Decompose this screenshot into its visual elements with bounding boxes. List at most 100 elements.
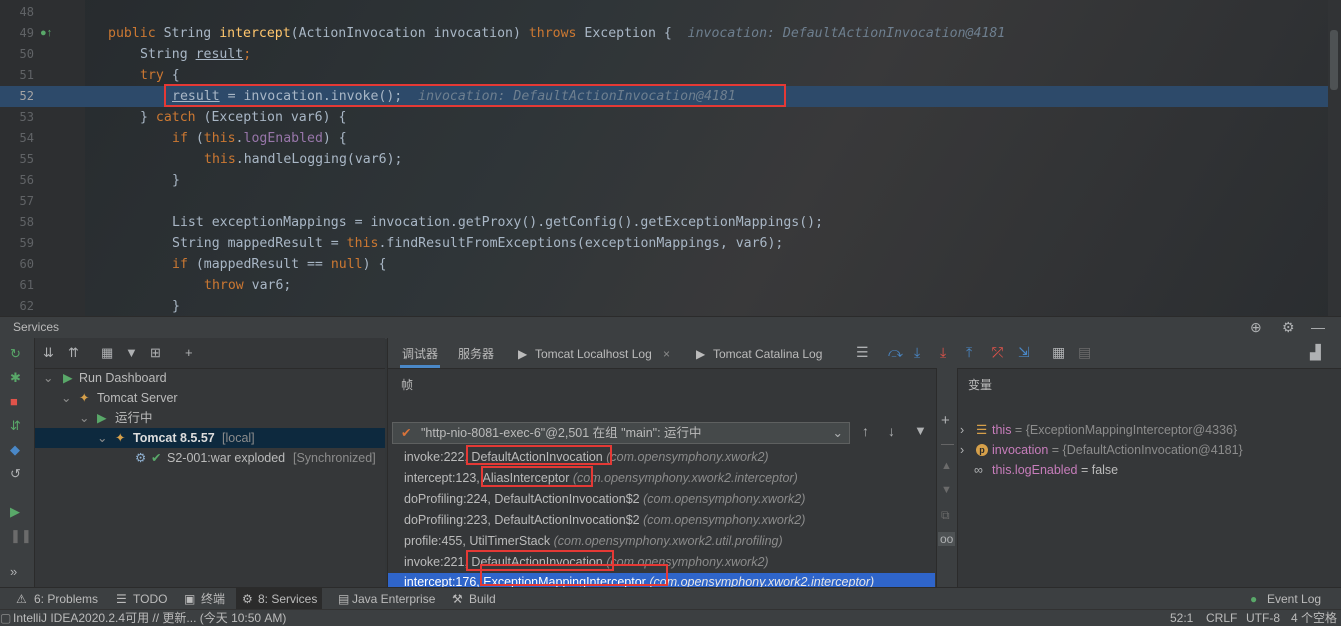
check-icon: ✔ bbox=[151, 451, 162, 465]
status-toggle-icon[interactable]: ▢ bbox=[0, 610, 11, 626]
arrow-up-icon[interactable]: ↑ bbox=[862, 423, 869, 439]
editor-scrollbar[interactable] bbox=[1328, 0, 1341, 316]
new-tab-icon[interactable]: ⊞ bbox=[150, 345, 161, 361]
variable-row[interactable]: ∞ this.logEnabled = false bbox=[956, 460, 1341, 480]
scrollbar-thumb[interactable] bbox=[1330, 30, 1338, 90]
code-line-54[interactable]: 54 if (this.logEnabled) { bbox=[0, 128, 1328, 149]
group-by-icon[interactable]: ▦ bbox=[101, 345, 113, 361]
tab-debugger[interactable]: 调试器 bbox=[400, 338, 441, 368]
filter-icon[interactable]: ▼ bbox=[125, 345, 138, 360]
tab-server[interactable]: 服务器 bbox=[458, 338, 494, 368]
thread-select[interactable]: ✔ "http-nio-8081-exec-6"@2,501 在组 "main"… bbox=[392, 422, 850, 444]
tool-todo[interactable]: TODO bbox=[133, 588, 167, 610]
tree-item-tomcat-instance[interactable]: ⌄ ✦ Tomcat 8.5.57 [local] bbox=[35, 428, 385, 448]
chevron-down-icon[interactable]: ⌄ bbox=[97, 428, 107, 448]
close-icon[interactable]: × bbox=[663, 338, 670, 368]
cursor-position[interactable]: 52:1 bbox=[1170, 610, 1193, 626]
frame-row[interactable]: doProfiling:224, DefaultActionInvocation… bbox=[388, 489, 935, 510]
layout-icon[interactable]: ▟ bbox=[1310, 344, 1321, 361]
code-line-61[interactable]: 61 throw var6; bbox=[0, 275, 1328, 296]
minus-icon[interactable]: — bbox=[941, 436, 954, 451]
step-out-icon[interactable]: ⤒ bbox=[966, 344, 972, 361]
up-icon[interactable]: ▲ bbox=[941, 460, 952, 472]
code-editor[interactable]: 48 49 ●↑ public String intercept(ActionI… bbox=[0, 0, 1341, 316]
debug-bug-icon[interactable]: ✱ bbox=[10, 370, 21, 386]
chevron-right-icon[interactable]: › bbox=[960, 440, 964, 460]
tree-item-label: S2-001:war exploded bbox=[167, 451, 286, 465]
chevron-down-icon[interactable]: ⌄ bbox=[43, 368, 53, 388]
override-marker-icon[interactable]: ●↑ bbox=[40, 23, 52, 44]
tree-item-run-dashboard[interactable]: ⌄ ▶ Run Dashboard bbox=[35, 368, 385, 388]
deploy-icon[interactable]: ◆ bbox=[10, 442, 20, 458]
evaluate-table-icon[interactable]: ▦ bbox=[1052, 344, 1065, 361]
tree-item-tomcat-server[interactable]: ⌄ ✦ Tomcat Server bbox=[35, 388, 385, 408]
code-line-49[interactable]: 49 ●↑ public String intercept(ActionInvo… bbox=[0, 23, 1328, 44]
menu-icon[interactable]: ☰ bbox=[856, 344, 869, 361]
code-line-55[interactable]: 55 this.handleLogging(var6); bbox=[0, 149, 1328, 170]
token-keyword: this bbox=[346, 236, 379, 251]
java-enterprise-icon: ▤ bbox=[338, 592, 350, 606]
token-type: String bbox=[163, 26, 212, 41]
force-step-into-icon[interactable]: ⤓ bbox=[940, 344, 946, 361]
tree-item-artifact[interactable]: ⚙ ✔ S2-001:war exploded [Synchronized] bbox=[35, 448, 385, 468]
copy-icon[interactable]: ⧉ bbox=[941, 508, 950, 523]
tool-terminal[interactable]: 终端 bbox=[201, 588, 225, 610]
frame-row[interactable]: profile:455, UtilTimerStack (com.opensym… bbox=[388, 531, 935, 552]
tool-build[interactable]: Build bbox=[469, 588, 496, 610]
code-line-60[interactable]: 60 if (mappedResult == null) { bbox=[0, 254, 1328, 275]
run-to-cursor-icon[interactable]: ⇲ bbox=[1018, 344, 1030, 361]
drop-frame-icon[interactable]: ⤱ bbox=[992, 344, 1003, 361]
pause-icon[interactable]: ❚❚ bbox=[10, 528, 32, 544]
token-text: (mappedResult == bbox=[187, 257, 331, 272]
indent-setting[interactable]: 4 个空格 bbox=[1291, 610, 1337, 626]
redeploy-icon[interactable]: ⇵ bbox=[10, 418, 21, 434]
crosshair-icon[interactable]: ⊕ bbox=[1250, 319, 1262, 336]
down-icon[interactable]: ▼ bbox=[941, 484, 952, 496]
line-separator[interactable]: CRLF bbox=[1206, 610, 1237, 626]
chevron-down-icon[interactable]: ⌄ bbox=[79, 408, 89, 428]
add-icon[interactable]: + bbox=[941, 412, 950, 429]
check-icon: ✔ bbox=[401, 426, 412, 440]
variable-row[interactable]: › ☰ this = {ExceptionMappingInterceptor@… bbox=[956, 420, 1341, 440]
more-icon[interactable]: » bbox=[10, 564, 17, 579]
gear-icon[interactable]: ⚙ bbox=[1282, 319, 1295, 336]
filter-icon[interactable]: ▼ bbox=[914, 423, 927, 438]
tool-services-active[interactable]: ⚙ 8: Services bbox=[236, 588, 322, 610]
threads-icon[interactable]: ▤ bbox=[1078, 344, 1091, 361]
code-line-57[interactable]: 57 bbox=[0, 191, 1328, 212]
frame-row[interactable]: intercept:123, AliasInterceptor (com.ope… bbox=[388, 468, 935, 489]
variable-row[interactable]: › p invocation = {DefaultActionInvocatio… bbox=[956, 440, 1341, 460]
tool-event-log[interactable]: Event Log bbox=[1267, 588, 1321, 610]
code-line-48[interactable]: 48 bbox=[0, 2, 1328, 23]
tab-catalina-log[interactable]: Tomcat Catalina Log bbox=[713, 338, 822, 368]
tool-java-enterprise[interactable]: Java Enterprise bbox=[352, 588, 435, 610]
step-over-icon[interactable]: ⤼ bbox=[888, 344, 903, 361]
expand-all-icon[interactable]: ⇊ bbox=[43, 345, 54, 361]
status-message[interactable]: IntelliJ IDEA2020.2.4可用 // 更新... (今天 10:… bbox=[13, 610, 286, 626]
code-line-58[interactable]: 58 List exceptionMappings = invocation.g… bbox=[0, 212, 1328, 233]
resume-icon[interactable]: ▶ bbox=[10, 504, 20, 520]
step-into-icon[interactable]: ⤓ bbox=[914, 344, 920, 361]
tool-problems[interactable]: 6: Problems bbox=[34, 588, 98, 610]
code-line-50[interactable]: 50 String result; bbox=[0, 44, 1328, 65]
frame-row[interactable]: doProfiling:223, DefaultActionInvocation… bbox=[388, 510, 935, 531]
code-line-51[interactable]: 51 try { bbox=[0, 65, 1328, 86]
collapse-all-icon[interactable]: ⇈ bbox=[68, 345, 79, 361]
refresh-icon[interactable]: ↺ bbox=[10, 466, 21, 482]
minimize-icon[interactable]: — bbox=[1311, 319, 1325, 335]
tab-localhost-log[interactable]: Tomcat Localhost Log bbox=[535, 338, 652, 368]
tree-item-running[interactable]: ⌄ ▶ 运行中 bbox=[35, 408, 385, 428]
code-line-62[interactable]: 62 } bbox=[0, 296, 1328, 316]
code-line-53[interactable]: 53 } catch (Exception var6) { bbox=[0, 107, 1328, 128]
rerun-icon[interactable]: ↻ bbox=[10, 346, 21, 362]
glasses-icon[interactable]: oo bbox=[938, 532, 956, 546]
stop-icon[interactable]: ■ bbox=[10, 394, 18, 409]
code-line-56[interactable]: 56 } bbox=[0, 170, 1328, 191]
chevron-down-icon[interactable]: ⌄ bbox=[61, 388, 71, 408]
chevron-right-icon[interactable]: › bbox=[960, 420, 964, 440]
arrow-down-icon[interactable]: ↓ bbox=[888, 423, 895, 439]
file-encoding[interactable]: UTF-8 bbox=[1246, 610, 1280, 626]
add-icon[interactable]: + bbox=[185, 345, 193, 360]
chevron-down-icon[interactable]: ⌄ bbox=[833, 423, 843, 443]
code-line-59[interactable]: 59 String mappedResult = this.findResult… bbox=[0, 233, 1328, 254]
